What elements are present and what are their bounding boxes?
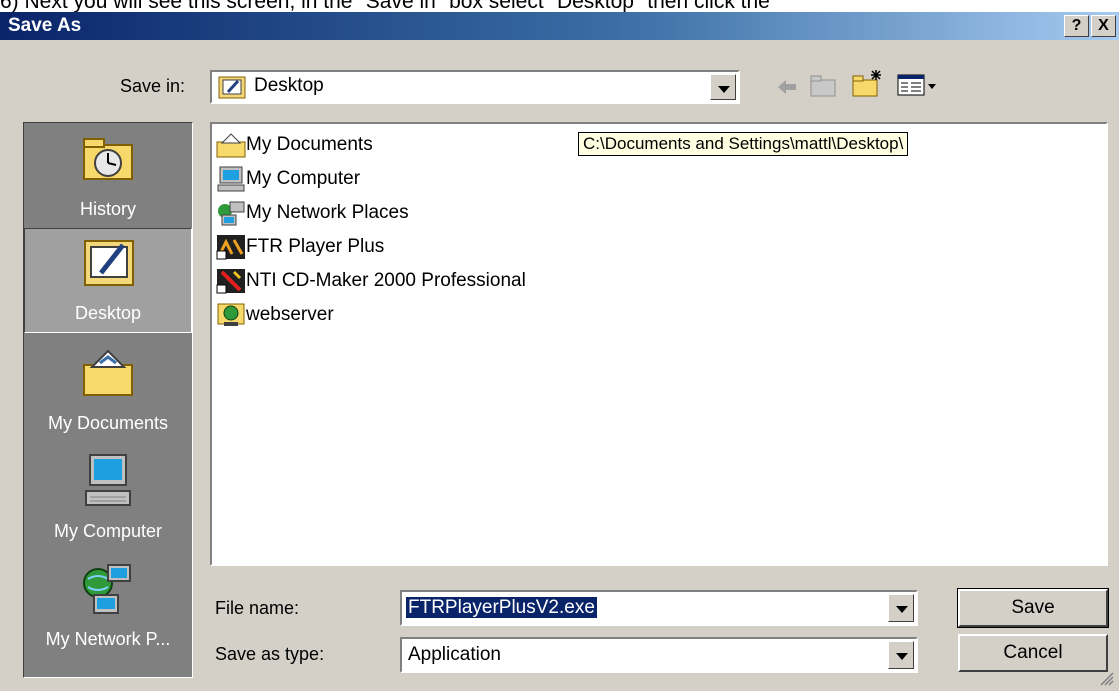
file-item-label: webserver — [246, 304, 334, 326]
window-title: Save As — [8, 15, 82, 36]
file-item-my-computer[interactable]: My Computer — [216, 166, 360, 196]
file-item-webserver[interactable]: webserver — [216, 302, 334, 332]
webserver-icon — [217, 303, 245, 326]
my-documents-folder-icon — [216, 133, 246, 158]
my-documents-icon — [83, 349, 133, 396]
save-button[interactable]: Save — [957, 588, 1109, 628]
file-item-my-documents[interactable]: My Documents — [216, 132, 373, 162]
file-item-label: NTI CD-Maker 2000 Professional — [246, 270, 526, 292]
places-my-documents[interactable]: My Documents — [24, 337, 192, 442]
save-in-value: Desktop — [254, 75, 324, 96]
save-in-label: Save in: — [120, 76, 186, 96]
desktop-small-icon — [218, 76, 246, 99]
help-button[interactable]: ? — [1064, 15, 1089, 37]
save-as-type-select[interactable]: Application — [400, 637, 918, 673]
file-item-nti-cd-maker[interactable]: NTI CD-Maker 2000 Professional — [216, 268, 526, 298]
places-desktop[interactable]: Desktop — [24, 228, 192, 333]
views-menu-icon[interactable] — [896, 72, 940, 98]
file-item-ftr-player[interactable]: FTR Player Plus — [216, 234, 384, 264]
file-name-value: FTRPlayerPlusV2.exe — [406, 597, 597, 618]
places-my-network[interactable]: My Network P... — [24, 553, 192, 658]
save-as-type-value: Application — [408, 644, 501, 665]
up-folder-icon[interactable] — [808, 72, 838, 100]
file-name-input[interactable]: FTRPlayerPlusV2.exe — [400, 590, 918, 626]
places-bar: History Desktop My Documents My Computer… — [23, 122, 193, 678]
nti-cd-maker-shortcut-icon — [216, 269, 245, 294]
file-name-dropdown-button[interactable] — [888, 594, 914, 622]
file-item-network-places[interactable]: My Network Places — [216, 200, 409, 230]
network-places-icon — [218, 201, 245, 226]
new-folder-icon[interactable] — [850, 68, 884, 100]
my-computer-icon — [85, 454, 131, 506]
file-item-label: FTR Player Plus — [246, 236, 385, 258]
history-icon — [83, 138, 133, 180]
file-item-label: My Computer — [246, 168, 361, 190]
path-tooltip: C:\Documents and Settings\mattl\Desktop\ — [578, 132, 909, 156]
places-my-network-label: My Network P... — [45, 629, 171, 649]
save-in-combo[interactable]: Desktop — [210, 70, 740, 104]
my-network-places-icon — [83, 564, 131, 614]
close-button[interactable]: X — [1091, 15, 1116, 37]
places-history[interactable]: History — [24, 123, 192, 228]
places-my-documents-label: My Documents — [47, 413, 169, 433]
places-desktop-label: Desktop — [74, 303, 142, 323]
file-item-label: My Network Places — [246, 202, 409, 224]
resize-grip-icon[interactable] — [1097, 669, 1115, 687]
places-my-computer[interactable]: My Computer — [24, 445, 192, 550]
title-bar[interactable]: Save As ? X — [0, 12, 1119, 40]
ftr-player-shortcut-icon — [216, 235, 245, 260]
instruction-caption: 6) Next you will see this screen, in the… — [0, 0, 770, 12]
places-my-computer-label: My Computer — [53, 521, 163, 541]
save-as-type-dropdown-button[interactable] — [888, 641, 914, 669]
desktop-icon — [84, 240, 134, 286]
save-as-type-label: Save as type: — [215, 644, 325, 664]
places-history-label: History — [79, 199, 136, 219]
save-as-dialog: Save As ? X Save in: Desktop History Des… — [0, 12, 1119, 691]
file-list[interactable]: My Documents My Computer My Network Plac… — [210, 122, 1108, 566]
file-name-label: File name: — [215, 598, 300, 618]
file-item-label: My Documents — [246, 134, 373, 156]
save-in-dropdown-button[interactable] — [710, 74, 736, 100]
my-computer-icon — [217, 166, 245, 192]
cancel-button[interactable]: Cancel — [958, 634, 1108, 672]
back-arrow-icon[interactable] — [774, 75, 800, 99]
